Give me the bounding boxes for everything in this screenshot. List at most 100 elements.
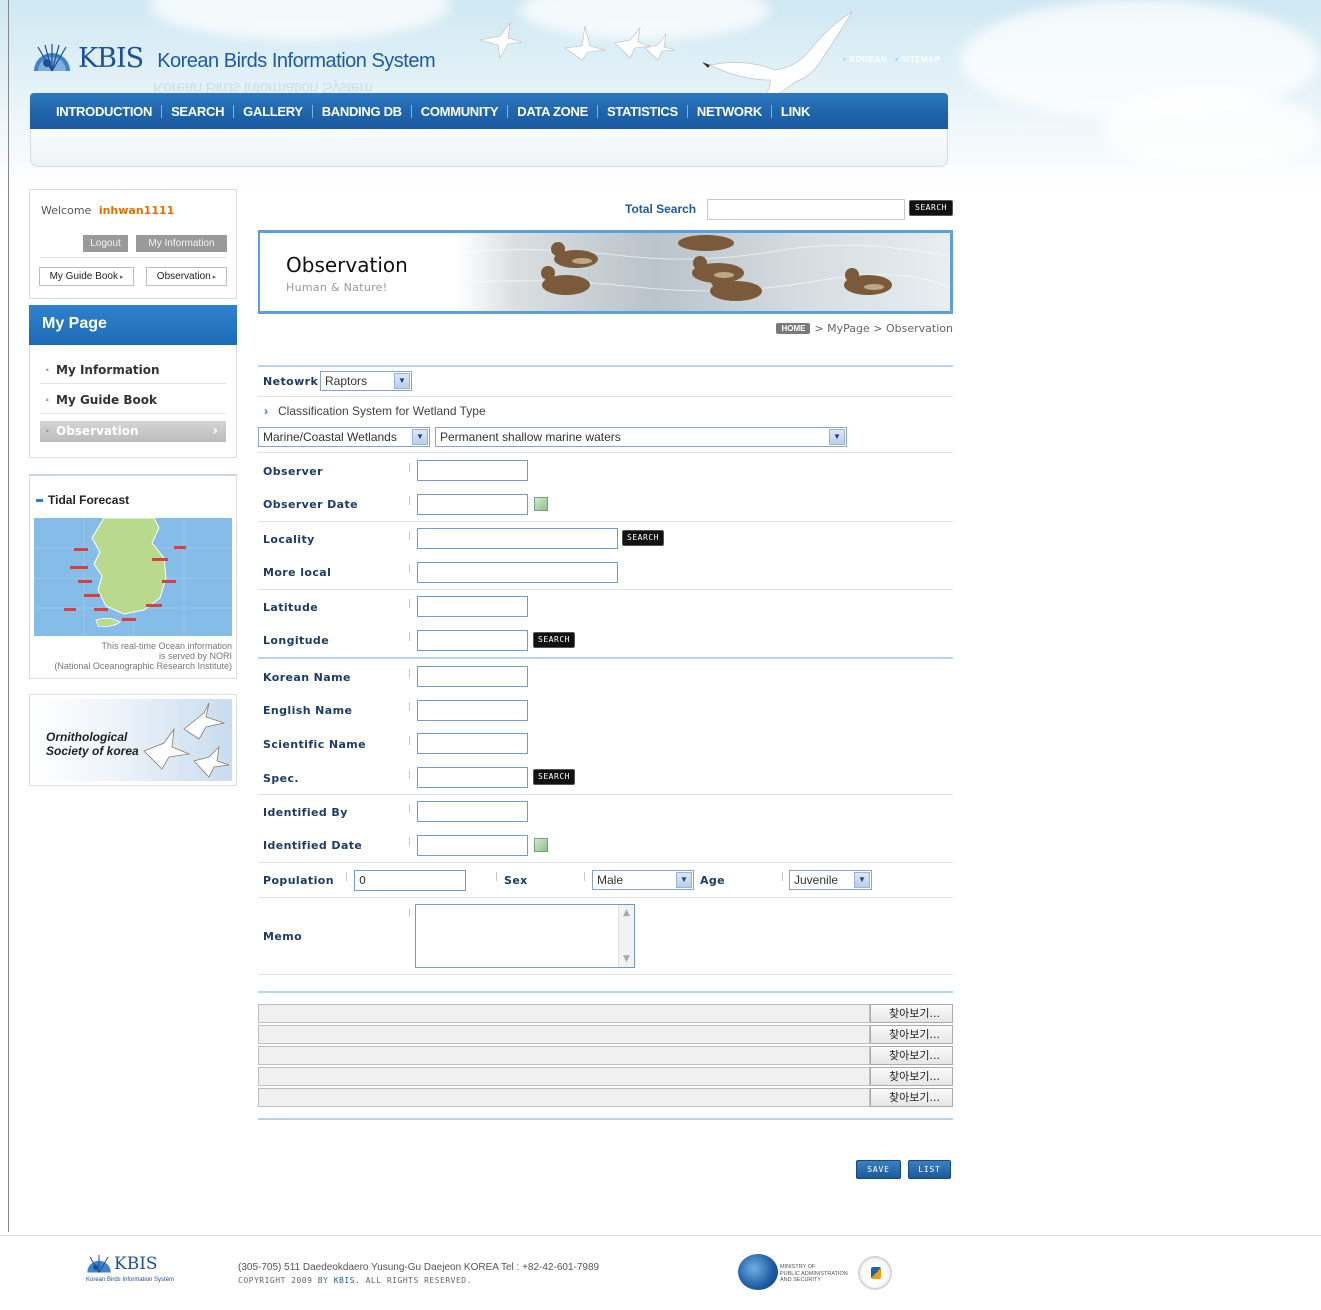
locality-input[interactable]	[417, 528, 618, 549]
file-path-input[interactable]	[258, 1067, 870, 1086]
file-path-input[interactable]	[258, 1088, 870, 1107]
nav-separator	[686, 104, 688, 118]
spec-label: Spec.	[263, 772, 299, 785]
browse-button[interactable]: 찾아보기...	[870, 1004, 953, 1023]
tidal-note-line: This real-time Ocean information	[101, 641, 232, 651]
memo-textarea[interactable]: ▲ ▼	[415, 904, 635, 968]
tidal-map-image[interactable]	[34, 518, 232, 636]
my-guide-book-button[interactable]: My Guide Book	[39, 267, 134, 286]
nav-network[interactable]: NETWORK	[697, 104, 762, 119]
file-path-input[interactable]	[258, 1046, 870, 1065]
partner-seal-icon[interactable]	[858, 1256, 892, 1290]
file-upload-row: 찾아보기...	[258, 1004, 953, 1023]
ducks-image-icon	[455, 235, 950, 301]
row-divider	[258, 589, 953, 590]
nav-link[interactable]: LINK	[781, 104, 810, 119]
nav-community[interactable]: COMMUNITY	[421, 104, 499, 119]
menu-observation[interactable]: Observation	[40, 421, 226, 442]
breadcrumb-path: > MyPage > Observation	[814, 322, 953, 335]
wetland-type-value: Permanent shallow marine waters	[440, 430, 621, 444]
spec-search-button[interactable]: SEARCH	[533, 769, 575, 785]
age-select[interactable]: Juvenile ▼	[789, 870, 872, 890]
ornithological-society-banner[interactable]: Ornithological Society of korea	[29, 694, 237, 786]
list-button[interactable]: LIST	[908, 1160, 951, 1179]
nav-gallery[interactable]: GALLERY	[243, 104, 303, 119]
row-divider	[258, 452, 953, 453]
more-local-input[interactable]	[417, 562, 618, 583]
file-path-input[interactable]	[258, 1004, 870, 1023]
wetland-category-select[interactable]: Marine/Coastal Wetlands ▼	[258, 427, 430, 447]
ducks-photo	[455, 233, 950, 311]
logo-full-title: Korean Birds Information System	[157, 49, 436, 72]
menu-my-information[interactable]: My Information	[40, 357, 226, 384]
menu-my-guide-book[interactable]: My Guide Book	[40, 387, 226, 414]
spec-input[interactable]	[417, 767, 528, 788]
field-tick	[409, 908, 410, 917]
longitude-search-button[interactable]: SEARCH	[533, 632, 575, 648]
breadcrumb-home[interactable]: HOME	[776, 323, 811, 334]
korean-name-input[interactable]	[417, 666, 528, 687]
tidal-forecast-box[interactable]: Tidal Forecast This real-time Ocean info…	[29, 474, 237, 679]
nav-separator	[410, 104, 412, 118]
browse-button[interactable]: 찾아보기...	[870, 1067, 953, 1086]
memo-scrollbar[interactable]: ▲ ▼	[618, 905, 634, 967]
file-path-input[interactable]	[258, 1025, 870, 1044]
age-label: Age	[700, 874, 726, 887]
main-navigation: INTRODUCTION SEARCH GALLERY BANDING DB C…	[30, 93, 948, 129]
my-information-button[interactable]: My Information	[136, 235, 227, 252]
footer-logo[interactable]: KBIS Korean Birds Information System	[86, 1254, 196, 1290]
footer-brand: KBIS	[114, 1254, 158, 1274]
english-name-input[interactable]	[417, 700, 528, 721]
nav-introduction[interactable]: INTRODUCTION	[56, 104, 152, 119]
locality-search-button[interactable]: SEARCH	[622, 530, 664, 546]
footer-brand-full: Korean Birds Information System	[86, 1277, 175, 1283]
field-tick	[409, 632, 410, 641]
identified-date-input[interactable]	[417, 835, 528, 856]
total-search-input[interactable]	[707, 199, 905, 220]
field-tick	[782, 872, 783, 881]
site-logo[interactable]: KBIS Korean Birds Information System	[32, 38, 436, 78]
scroll-track	[619, 921, 634, 951]
nav-statistics[interactable]: STATISTICS	[607, 104, 678, 119]
observation-button[interactable]: Observation	[146, 267, 227, 286]
observer-input[interactable]	[417, 460, 528, 481]
korea-map-icon	[34, 518, 232, 636]
row-divider	[258, 862, 953, 863]
orn-line: Ornithological	[46, 730, 128, 744]
page-left-border	[8, 0, 9, 1232]
observer-date-input[interactable]	[417, 494, 528, 515]
calendar-icon[interactable]	[534, 497, 548, 511]
total-search-label: Total Search	[625, 202, 697, 216]
calendar-icon[interactable]	[534, 838, 548, 852]
latitude-input[interactable]	[417, 596, 528, 617]
scroll-up-icon[interactable]: ▲	[619, 905, 634, 921]
username: inhwan1111	[98, 204, 175, 217]
wetland-type-select[interactable]: Permanent shallow marine waters ▼	[435, 427, 847, 447]
scientific-name-input[interactable]	[417, 733, 528, 754]
more-local-label: More local	[263, 566, 332, 579]
sitemap-link[interactable]: SITEMAP	[895, 55, 940, 64]
save-button[interactable]: SAVE	[856, 1160, 901, 1179]
copyright-brand: KBIS	[333, 1276, 355, 1285]
mypage-header: My Page	[29, 305, 237, 345]
browse-button[interactable]: 찾아보기...	[870, 1088, 953, 1107]
chevron-down-icon: ▼	[854, 872, 870, 888]
nav-banding-db[interactable]: BANDING DB	[322, 104, 402, 119]
scientific-name-label: Scientific Name	[263, 738, 366, 751]
ministry-emblem-icon[interactable]	[738, 1254, 778, 1290]
logout-button[interactable]: Logout	[83, 235, 128, 252]
nav-data-zone[interactable]: DATA ZONE	[517, 104, 588, 119]
browse-button[interactable]: 찾아보기...	[870, 1025, 953, 1044]
chevron-down-icon: ▼	[412, 429, 428, 445]
nav-search[interactable]: SEARCH	[171, 104, 224, 119]
tidal-note-line: is served by NORI	[158, 651, 232, 661]
sex-select[interactable]: Male ▼	[592, 870, 694, 890]
logo-mark-icon	[34, 44, 70, 72]
scroll-down-icon[interactable]: ▼	[619, 951, 634, 967]
longitude-input[interactable]	[417, 630, 528, 651]
browse-button[interactable]: 찾아보기...	[870, 1046, 953, 1065]
total-search-button[interactable]: SEARCH	[909, 200, 953, 216]
population-input[interactable]: 0	[354, 870, 466, 891]
network-select[interactable]: Raptors ▼	[320, 371, 412, 391]
identified-by-input[interactable]	[417, 801, 528, 822]
